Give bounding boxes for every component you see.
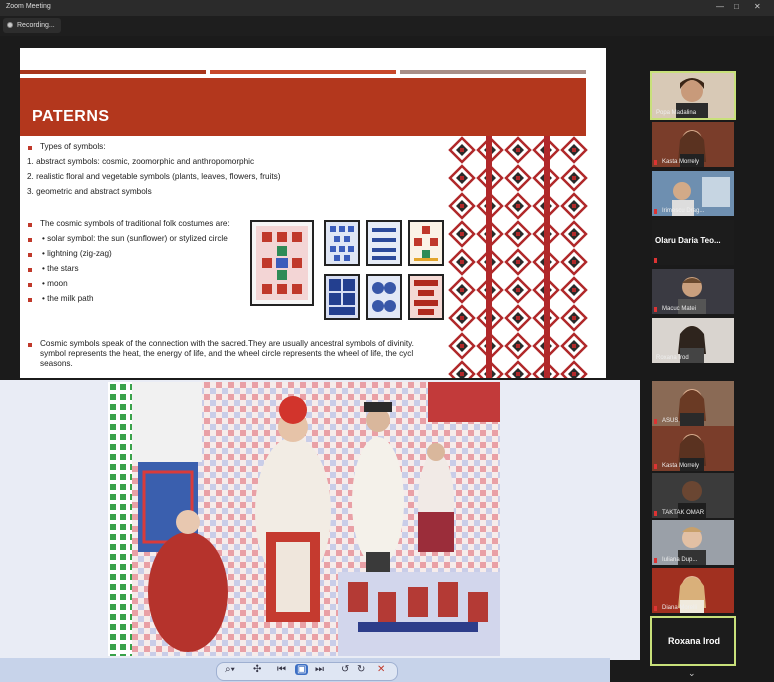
- close-window-icon[interactable]: ✕: [754, 2, 761, 11]
- chevron-down-icon[interactable]: ⌄: [688, 668, 696, 679]
- framed-pattern-image: [408, 220, 444, 266]
- participant-tile[interactable]: Kasta Morrely: [652, 426, 734, 471]
- bullet-icon: [28, 238, 32, 242]
- rotate-right-icon[interactable]: ↻: [357, 664, 365, 675]
- framed-pattern-image: [250, 220, 314, 306]
- footer-text-line: Cosmic symbols speak of the connection w…: [40, 339, 414, 348]
- framed-pattern-image: [408, 274, 444, 320]
- slide-text-line: 2. realistic floral and vegetable symbol…: [27, 172, 281, 181]
- rotate-left-icon[interactable]: ↺: [341, 664, 349, 675]
- footer-text-line: symbol represents the heat, the energy o…: [40, 349, 414, 358]
- participant-name: Diana Morelli: [662, 605, 698, 611]
- recording-button[interactable]: Recording...: [3, 18, 61, 33]
- bullet-icon: [28, 343, 32, 347]
- bullet-icon: [28, 223, 32, 227]
- participant-name: Macuc Matei: [662, 306, 697, 312]
- photo-viewer-toolbar: ⌕▾ ✣ ⏮ ▣ ⏭ ↺ ↻ ✕: [216, 662, 398, 681]
- mic-muted-icon: [654, 606, 657, 611]
- framed-pattern-image: [366, 220, 402, 266]
- participant-tile[interactable]: Roxana Irod: [652, 318, 734, 363]
- record-icon: [7, 22, 13, 28]
- framed-pattern-image: [324, 220, 360, 266]
- slide-stripe: [210, 70, 396, 74]
- slide-stripe: [20, 70, 206, 74]
- cosmic-heading: The cosmic symbols of traditional folk c…: [40, 219, 230, 228]
- recording-label: Recording...: [17, 22, 55, 29]
- participant-name: Iuliana Dup...: [662, 557, 698, 563]
- window-titlebar: Zoom Meeting — □ ✕: [0, 0, 774, 16]
- cosmic-item: • the milk path: [42, 294, 94, 303]
- participant-name: Kasta Morrely: [662, 159, 700, 165]
- window-title: Zoom Meeting: [6, 3, 51, 10]
- next-icon[interactable]: ⏭: [315, 664, 324, 675]
- bullet-icon: [28, 268, 32, 272]
- participant-tile[interactable]: Kasta Morrely: [652, 122, 734, 167]
- footer-text-line: seasons.: [40, 359, 73, 368]
- slide-text-line: Types of symbols:: [40, 142, 106, 151]
- participant-tile[interactable]: Diana Morelli: [652, 568, 734, 613]
- participant-name: ASUS: [662, 418, 679, 424]
- participant-name: TAKTAK OMAR: [662, 510, 705, 516]
- mic-muted-icon: [654, 258, 657, 263]
- slide-text-line: 3. geometric and abstract symbols: [27, 187, 152, 196]
- slide-stripe: [400, 70, 586, 74]
- pan-icon[interactable]: ✣: [253, 664, 261, 675]
- cosmic-item: • lightning (zig-zag): [42, 249, 112, 258]
- participant-tile[interactable]: Olaru Daria Teo...: [652, 220, 734, 265]
- folk-costume-collage-image: [108, 382, 500, 656]
- mic-muted-icon: [654, 307, 657, 312]
- participant-name: Irimescu Drag...: [662, 208, 705, 214]
- participant-tile[interactable]: Irimescu Drag...: [652, 171, 734, 216]
- cosmic-item: • moon: [42, 279, 68, 288]
- participant-tile[interactable]: TAKTAK OMAR: [652, 473, 734, 518]
- mic-muted-icon: [654, 464, 657, 469]
- participant-tile[interactable]: Roxana Irod: [650, 616, 736, 666]
- participant-name-card: Olaru Daria Teo...: [655, 236, 721, 245]
- slide-title: PATERNS: [32, 108, 110, 125]
- presentation-slide: PATERNS Types of symbols: 1. abstract sy…: [20, 48, 606, 378]
- mic-muted-icon: [654, 209, 657, 214]
- participant-name-card: Roxana Irod: [668, 636, 721, 646]
- mic-muted-icon: [654, 511, 657, 516]
- prev-icon[interactable]: ⏮: [277, 664, 286, 675]
- embroidery-pattern-image: [448, 136, 588, 378]
- bullet-icon: [28, 253, 32, 257]
- bullet-icon: [28, 146, 32, 150]
- bullet-icon: [28, 283, 32, 287]
- slide-text-line: 1. abstract symbols: cosmic, zoomorphic …: [27, 157, 255, 166]
- mic-muted-icon: [654, 419, 657, 424]
- recording-bar: Recording...: [0, 16, 774, 36]
- participant-tile[interactable]: Macuc Matei: [652, 269, 734, 314]
- cosmic-item: • the stars: [42, 264, 79, 273]
- participant-name: Roxana Irod: [656, 355, 689, 361]
- bullet-icon: [28, 298, 32, 302]
- close-icon[interactable]: ✕: [377, 664, 385, 675]
- slide-title-banner: PATERNS: [20, 78, 586, 136]
- participant-name: Popa Madalina: [656, 110, 697, 116]
- framed-pattern-image: [366, 274, 402, 320]
- maximize-icon[interactable]: □: [734, 2, 739, 11]
- participant-tile[interactable]: ASUS: [652, 381, 734, 426]
- framed-pattern-image: [324, 274, 360, 320]
- mic-muted-icon: [654, 558, 657, 563]
- participant-name: Kasta Morrely: [662, 463, 700, 469]
- participant-tile[interactable]: Iuliana Dup...: [652, 520, 734, 565]
- zoom-icon[interactable]: ⌕▾: [225, 664, 235, 675]
- participant-tile[interactable]: Popa Madalina: [650, 71, 736, 120]
- cosmic-item: • solar symbol: the sun (sunflower) or s…: [42, 234, 228, 243]
- fit-icon[interactable]: ▣: [295, 664, 309, 675]
- minimize-icon[interactable]: —: [716, 2, 724, 11]
- mic-muted-icon: [654, 160, 657, 165]
